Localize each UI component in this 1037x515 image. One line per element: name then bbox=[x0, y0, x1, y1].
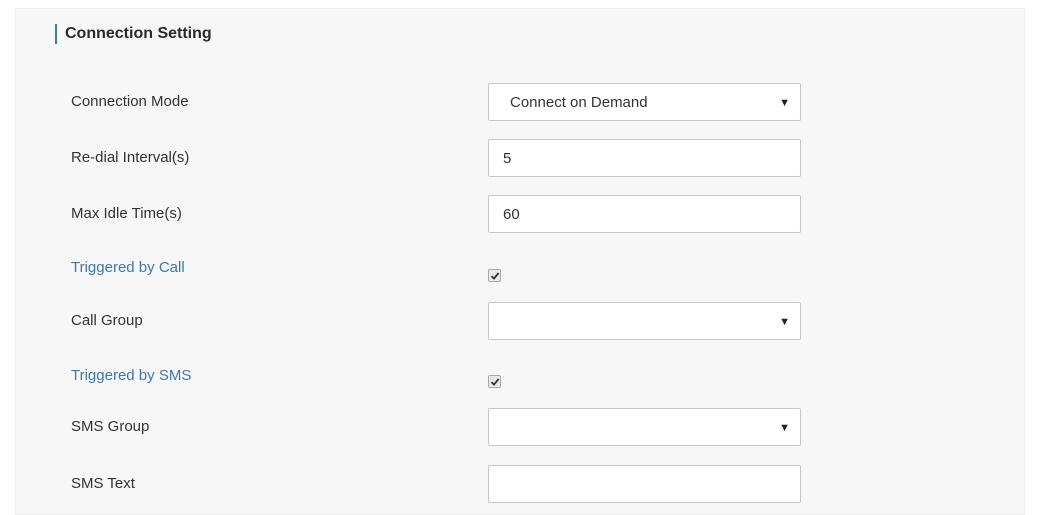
connection-mode-row: Connection Mode Connect on Demand ▼ bbox=[0, 83, 1037, 121]
checkmark-icon bbox=[490, 378, 500, 386]
sms-text-input[interactable] bbox=[488, 465, 801, 503]
redial-interval-value: 5 bbox=[503, 150, 512, 167]
sms-group-row: SMS Group ▼ bbox=[0, 408, 1037, 446]
connection-mode-label: Connection Mode bbox=[71, 93, 189, 110]
call-group-label: Call Group bbox=[71, 312, 143, 329]
sms-text-row: SMS Text bbox=[0, 465, 1037, 503]
max-idle-time-input[interactable]: 60 bbox=[488, 195, 801, 233]
call-group-row: Call Group ▼ bbox=[0, 302, 1037, 340]
triggered-by-sms-checkbox[interactable] bbox=[488, 375, 501, 388]
redial-interval-row: Re-dial Interval(s) 5 bbox=[0, 139, 1037, 177]
triggered-by-sms-label: Triggered by SMS bbox=[71, 367, 192, 384]
sms-group-label: SMS Group bbox=[71, 418, 150, 435]
max-idle-time-label: Max Idle Time(s) bbox=[71, 205, 182, 222]
redial-interval-input[interactable]: 5 bbox=[488, 139, 801, 177]
call-group-select[interactable]: ▼ bbox=[488, 302, 801, 340]
sms-text-label: SMS Text bbox=[71, 475, 135, 492]
caret-down-icon: ▼ bbox=[779, 422, 790, 434]
caret-down-icon: ▼ bbox=[779, 97, 790, 109]
redial-interval-label: Re-dial Interval(s) bbox=[71, 149, 190, 166]
connection-mode-select[interactable]: Connect on Demand ▼ bbox=[488, 83, 801, 121]
triggered-by-sms-row: Triggered by SMS bbox=[0, 357, 1037, 395]
max-idle-time-value: 60 bbox=[503, 206, 520, 223]
checkmark-icon bbox=[490, 272, 500, 280]
triggered-by-call-checkbox[interactable] bbox=[488, 269, 501, 282]
triggered-by-call-row: Triggered by Call bbox=[0, 249, 1037, 287]
triggered-by-call-label: Triggered by Call bbox=[71, 259, 185, 276]
sms-group-select[interactable]: ▼ bbox=[488, 408, 801, 446]
section-title: Connection Setting bbox=[55, 24, 212, 44]
connection-mode-value: Connect on Demand bbox=[510, 94, 648, 111]
caret-down-icon: ▼ bbox=[779, 316, 790, 328]
max-idle-time-row: Max Idle Time(s) 60 bbox=[0, 195, 1037, 233]
